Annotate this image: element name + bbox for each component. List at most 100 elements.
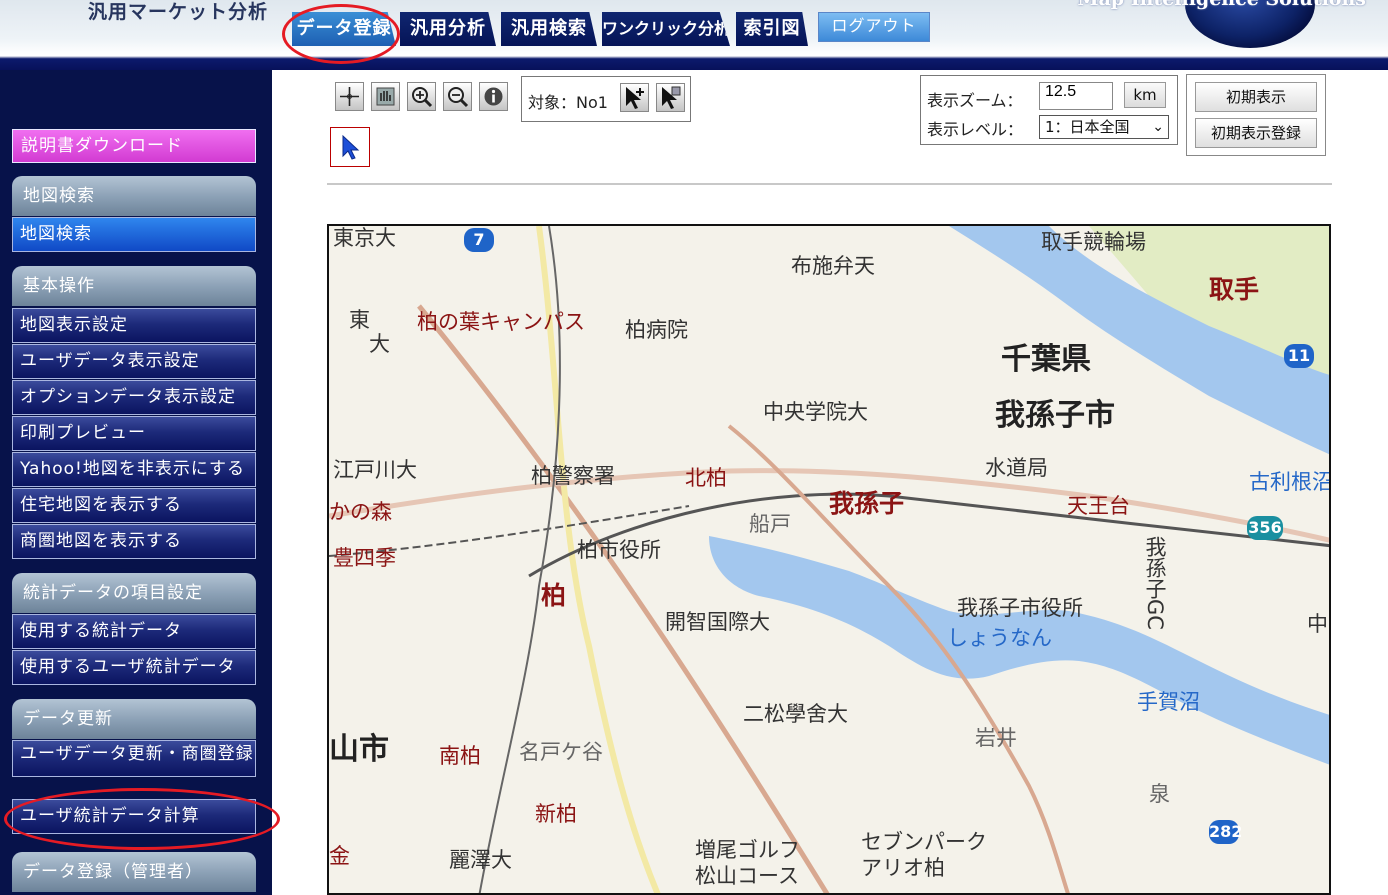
tab-index-map[interactable]: 索引図 bbox=[736, 12, 808, 46]
route-badge: 11 bbox=[1284, 344, 1314, 368]
map-label: 古利根沼 bbox=[1249, 470, 1331, 494]
sidebar-item-user-stat-data[interactable]: 使用するユーザ統計データ bbox=[12, 650, 256, 685]
km-button[interactable]: km bbox=[1124, 82, 1166, 108]
sidebar-item-show-trade-area-map[interactable]: 商圏地図を表示する bbox=[12, 524, 256, 559]
map-label: 松山コース bbox=[695, 864, 799, 888]
map-label: 二松學舍大 bbox=[743, 702, 848, 726]
map-road bbox=[417, 304, 830, 893]
map-label: 金 bbox=[329, 844, 350, 868]
map-label: 山市 bbox=[329, 732, 389, 767]
sidebar: 説明書ダウンロード 地図検索 地図検索 基本操作 地図表示設定 ユーザデータ表示… bbox=[0, 70, 272, 895]
map-label: 取手競輪場 bbox=[1041, 230, 1146, 254]
manual-download-button[interactable]: 説明書ダウンロード bbox=[12, 129, 256, 163]
app-title: 汎用マーケット分析 bbox=[88, 1, 269, 23]
hand-move-icon[interactable] bbox=[371, 82, 400, 111]
map-label: 新柏 bbox=[535, 802, 577, 826]
map-label: 我孫子GC bbox=[1143, 536, 1167, 630]
map-label: しょうなん bbox=[947, 626, 1052, 650]
route-badge: 356 bbox=[1247, 516, 1283, 540]
map-label: 手賀沼 bbox=[1137, 690, 1200, 714]
map-label-station: 柏 bbox=[541, 581, 567, 610]
map-label: 泉 bbox=[1149, 782, 1170, 806]
tab-general-search[interactable]: 汎用検索 bbox=[501, 12, 597, 46]
chevron-down-icon: ⌄ bbox=[1152, 119, 1164, 135]
map-label: 大 bbox=[369, 332, 390, 356]
map-label: 東京大 bbox=[333, 226, 396, 250]
map-label: 麗澤大 bbox=[449, 848, 512, 872]
map-label: 豊四季 bbox=[333, 546, 396, 570]
sidebar-section-basic-operation: 基本操作 bbox=[12, 266, 256, 306]
map-label-station: 取手 bbox=[1209, 275, 1260, 304]
map-label: 柏の葉キャンパス bbox=[417, 310, 585, 334]
level-select-value: 1：日本全国 bbox=[1045, 118, 1130, 136]
sidebar-item-hide-yahoo-map[interactable]: Yahoo!地図を非表示にする bbox=[12, 452, 256, 487]
register-reset-view-button[interactable]: 初期表示登録 bbox=[1195, 118, 1317, 148]
brand-text: Map Intelligence Solutions bbox=[1077, 0, 1366, 10]
map-label: 天王台 bbox=[1067, 494, 1130, 518]
move-target-icon[interactable] bbox=[656, 83, 685, 112]
map-teganuma-lake bbox=[709, 536, 1329, 765]
add-target-icon[interactable] bbox=[620, 83, 649, 112]
sidebar-item-map-search[interactable]: 地図検索 bbox=[12, 217, 256, 252]
route-badge: 282 bbox=[1209, 820, 1242, 844]
sidebar-item-user-data-display[interactable]: ユーザデータ表示設定 bbox=[12, 344, 256, 379]
reset-view-button[interactable]: 初期表示 bbox=[1195, 82, 1317, 112]
logout-button[interactable]: ログアウト bbox=[818, 12, 930, 42]
map-label: アリオ柏 bbox=[861, 856, 945, 880]
map-label: 柏病院 bbox=[625, 318, 688, 342]
pan-crosshair-icon[interactable] bbox=[335, 82, 364, 111]
map-label: 江戸川大 bbox=[333, 458, 417, 482]
sidebar-item-user-stat-calc[interactable]: ユーザ統計データ計算 bbox=[12, 799, 256, 834]
map-label: 船戸 bbox=[749, 512, 791, 536]
zoom-label: 表示ズーム： bbox=[927, 91, 1023, 110]
sidebar-item-stat-data[interactable]: 使用する統計データ bbox=[12, 614, 256, 649]
map-label: 中 bbox=[1307, 612, 1328, 636]
sidebar-item-print-preview[interactable]: 印刷プレビュー bbox=[12, 416, 256, 451]
map-label: 柏市役所 bbox=[577, 538, 661, 562]
zoom-input[interactable]: 12.5 bbox=[1039, 82, 1113, 110]
sidebar-section-data-update: データ更新 bbox=[12, 699, 256, 739]
target-label: 対象：No1 bbox=[528, 93, 608, 112]
reset-panel: 初期表示 初期表示登録 bbox=[1186, 74, 1326, 156]
zoom-in-icon[interactable] bbox=[407, 82, 436, 111]
target-panel: 対象：No1 bbox=[521, 76, 691, 122]
map-label: 名戸ケ谷 bbox=[519, 740, 603, 764]
sidebar-section-stat-settings: 統計データの項目設定 bbox=[12, 573, 256, 613]
level-label: 表示レベル： bbox=[927, 120, 1024, 139]
map-label: 南柏 bbox=[439, 744, 481, 768]
map-label-station: 我孫子 bbox=[829, 489, 905, 518]
map-label: 水道局 bbox=[985, 456, 1048, 480]
sidebar-item-show-residential-map[interactable]: 住宅地図を表示する bbox=[12, 488, 256, 523]
info-icon[interactable] bbox=[479, 82, 508, 111]
header-bar: 汎用マーケット分析 Map Intelligence Solutions データ… bbox=[0, 0, 1388, 70]
map-label: 中央学院大 bbox=[763, 400, 868, 424]
map-view[interactable]: 7 11 356 282 東京大 取手競輪場 布施弁天 取手 東 大 柏の葉キャ… bbox=[327, 224, 1331, 895]
sidebar-item-user-data-update[interactable]: ユーザデータ更新・商圏登録 bbox=[12, 740, 256, 777]
map-label: 岩井 bbox=[975, 726, 1017, 750]
route-badge: 7 bbox=[464, 228, 494, 252]
map-label: 増尾ゴルフ bbox=[695, 838, 800, 862]
map-label: 我孫子市役所 bbox=[957, 596, 1083, 620]
sidebar-section-data-register-admin: データ登録（管理者） bbox=[12, 852, 256, 892]
sidebar-item-map-display-settings[interactable]: 地図表示設定 bbox=[12, 308, 256, 343]
map-label: 布施弁天 bbox=[791, 254, 875, 278]
toolbar-divider bbox=[327, 183, 1332, 185]
map-railway bbox=[528, 492, 1329, 578]
zoom-out-icon[interactable] bbox=[443, 82, 472, 111]
sidebar-section-map-search: 地図検索 bbox=[12, 176, 256, 216]
sidebar-item-option-data-display[interactable]: オプションデータ表示設定 bbox=[12, 380, 256, 415]
map-label: かの森 bbox=[329, 500, 392, 524]
level-select[interactable]: 1：日本全国 ⌄ bbox=[1039, 115, 1169, 139]
map-label: 東 bbox=[349, 308, 370, 332]
map-label: 千葉県 bbox=[1001, 342, 1091, 377]
map-label: 北柏 bbox=[685, 466, 727, 490]
tab-oneclick-analysis[interactable]: ワンクリック分析 bbox=[602, 12, 730, 46]
map-label: 開智国際大 bbox=[665, 610, 770, 634]
map-label: 我孫子市 bbox=[995, 398, 1115, 433]
zoom-panel: 表示ズーム： 表示レベル： 12.5 km 1：日本全国 ⌄ bbox=[920, 75, 1178, 145]
tab-data-register[interactable]: データ登録 bbox=[292, 12, 396, 46]
tab-general-analysis[interactable]: 汎用分析 bbox=[400, 12, 496, 46]
map-label: セブンパーク bbox=[861, 830, 987, 854]
map-label: 柏警察署 bbox=[531, 464, 615, 488]
pointer-icon[interactable] bbox=[330, 127, 370, 167]
